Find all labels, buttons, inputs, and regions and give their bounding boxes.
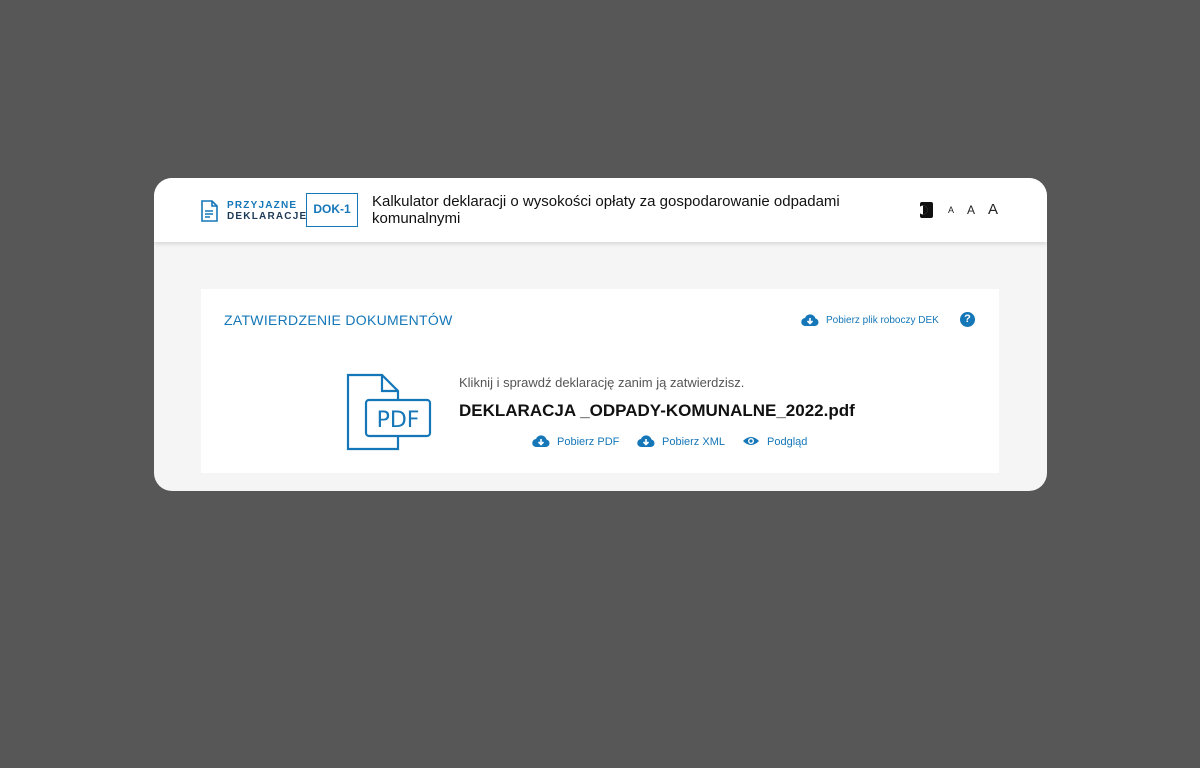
logo-line-1: PRZYJAZNE: [227, 200, 298, 211]
page-title: Kalkulator deklaracji o wysokości opłaty…: [372, 193, 840, 227]
cloud-download-icon: [637, 435, 655, 448]
file-name: DEKLARACJA _ODPADY-KOMUNALNE_2022.pdf: [459, 401, 855, 420]
preview-label: Podgląd: [767, 436, 808, 448]
cloud-download-icon: [801, 314, 819, 327]
cloud-download-icon: [532, 435, 550, 448]
document-type-badge: DOK-1: [306, 193, 358, 227]
panel-title: ZATWIERDZENIE DOKUMENTÓW: [224, 312, 453, 328]
font-size-large-button[interactable]: A: [988, 201, 998, 218]
download-pdf-label: Pobierz PDF: [557, 436, 620, 448]
app-window: PRZYJAZNE DEKLARACJE DOK-1 Kalkulator de…: [154, 178, 1047, 491]
question-circle-icon[interactable]: ?: [960, 312, 975, 327]
preview-button[interactable]: Podgląd: [742, 434, 822, 450]
pdf-icon-text: PDF: [377, 408, 420, 433]
download-draft-label: Pobierz plik roboczy DEK: [826, 315, 939, 326]
header: PRZYJAZNE DEKLARACJE DOK-1 Kalkulator de…: [154, 178, 1047, 242]
document-pen-icon: [201, 200, 218, 222]
instruction-text: Kliknij i sprawdź deklarację zanim ją za…: [459, 375, 745, 390]
logo-line-2: DEKLARACJE: [227, 211, 308, 222]
logo-text: PRZYJAZNE DEKLARACJE: [227, 200, 307, 222]
pdf-file-icon: PDF: [346, 373, 432, 451]
font-size-medium-button[interactable]: A: [967, 203, 975, 217]
font-size-small-button[interactable]: A: [948, 205, 954, 215]
logo[interactable]: PRZYJAZNE DEKLARACJE: [200, 199, 306, 223]
contrast-icon[interactable]: [917, 201, 935, 219]
download-pdf-button[interactable]: Pobierz PDF: [532, 434, 627, 450]
document-approval-panel: ZATWIERDZENIE DOKUMENTÓW Pobierz plik ro…: [201, 289, 999, 473]
download-xml-label: Pobierz XML: [662, 436, 725, 448]
eye-icon: [743, 437, 759, 445]
download-xml-button[interactable]: Pobierz XML: [637, 434, 732, 450]
